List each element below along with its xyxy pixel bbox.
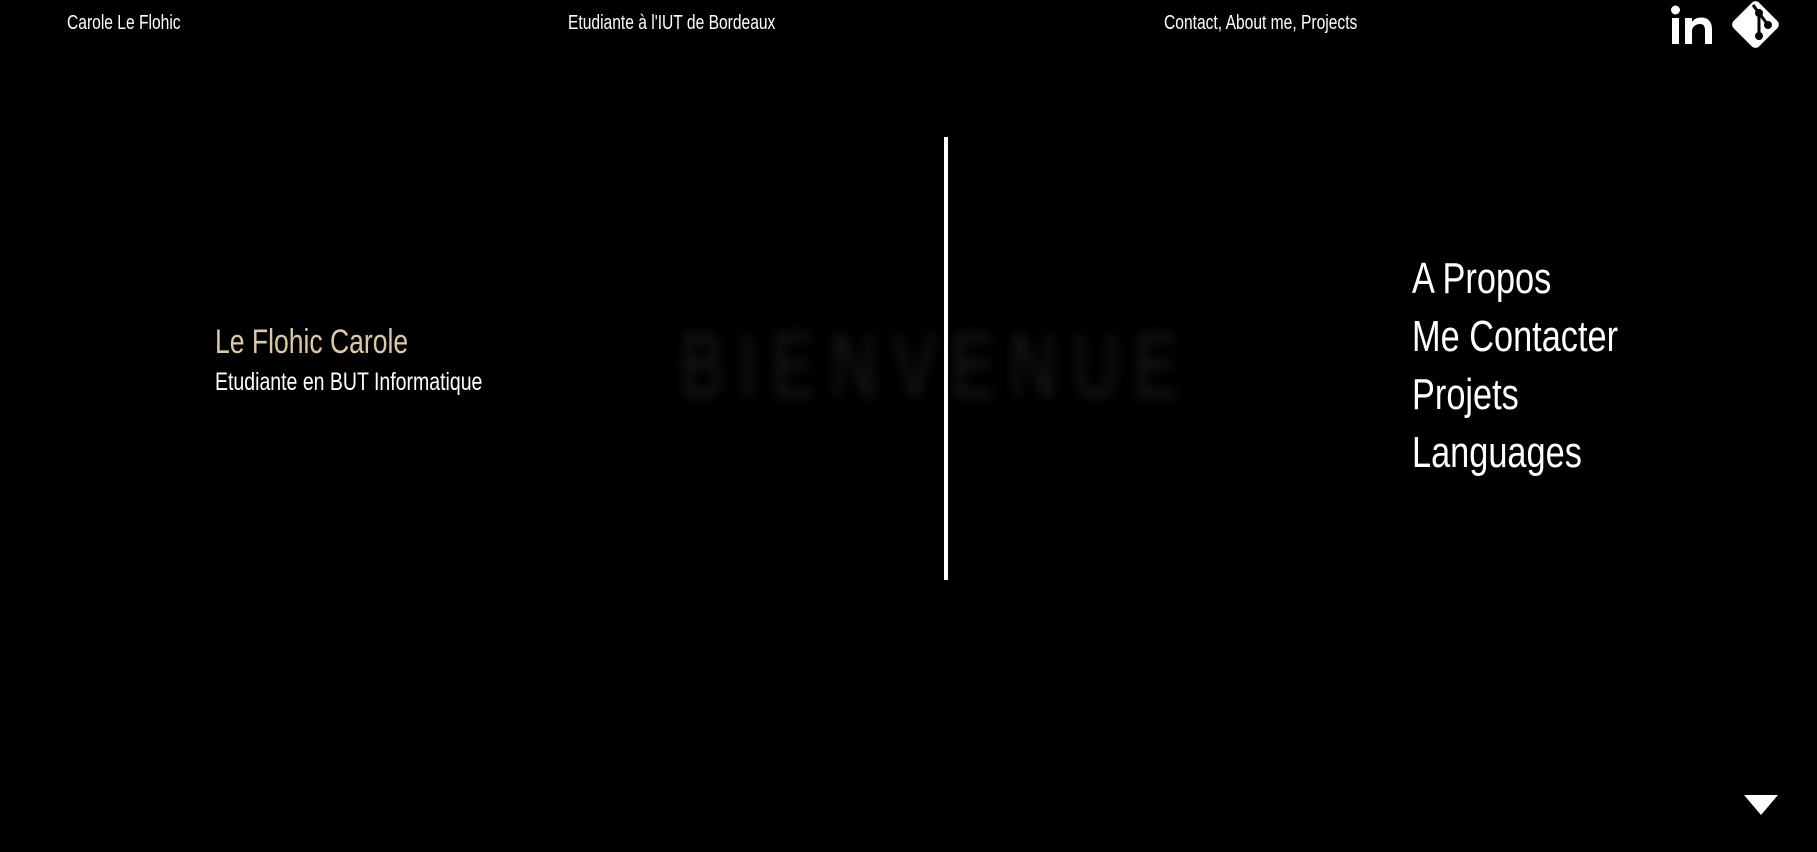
chevron-down-icon-graphic (1744, 795, 1778, 815)
nav-languages[interactable]: Languages (1412, 424, 1676, 482)
header-school: Etudiante à l'IUT de Bordeaux (568, 10, 834, 36)
header-name: Carole Le Flohic (67, 10, 213, 36)
nav-contact[interactable]: Me Contacter (1412, 308, 1676, 366)
git-icon[interactable] (1728, 0, 1790, 52)
welcome-text: BIENVENUE (680, 315, 1193, 417)
intro-subtitle: Etudiante en BUT Informatique (215, 366, 558, 398)
linkedin-icon[interactable] (1670, 4, 1720, 48)
welcome-heading: BIENVENUE (680, 316, 1392, 416)
intro-title-text: Le Flohic Carole (215, 323, 409, 361)
git-icon-graphic (1732, 1, 1779, 48)
intro-title: Le Flohic Carole (215, 320, 463, 364)
header-school-text: Etudiante à l'IUT de Bordeaux (568, 12, 776, 34)
nav-about-label[interactable]: A Propos (1412, 250, 1551, 308)
nav-about[interactable]: A Propos (1412, 250, 1676, 308)
intro-subtitle-text: Etudiante en BUT Informatique (215, 368, 483, 396)
nav-contact-label[interactable]: Me Contacter (1412, 308, 1618, 366)
nav-languages-label[interactable]: Languages (1412, 424, 1582, 482)
nav-projects[interactable]: Projets (1412, 366, 1676, 424)
side-nav: A Propos Me Contacter Projets Languages (1412, 250, 1676, 482)
vertical-divider (944, 137, 948, 580)
nav-projects-label[interactable]: Projets (1412, 366, 1519, 424)
header-name-text: Carole Le Flohic (67, 12, 181, 34)
header-links[interactable]: Contact, About me, Projects (1164, 10, 1412, 36)
chevron-down-icon[interactable] (1744, 795, 1778, 817)
header-links-text[interactable]: Contact, About me, Projects (1164, 10, 1357, 36)
linkedin-icon-graphic (1671, 5, 1712, 44)
